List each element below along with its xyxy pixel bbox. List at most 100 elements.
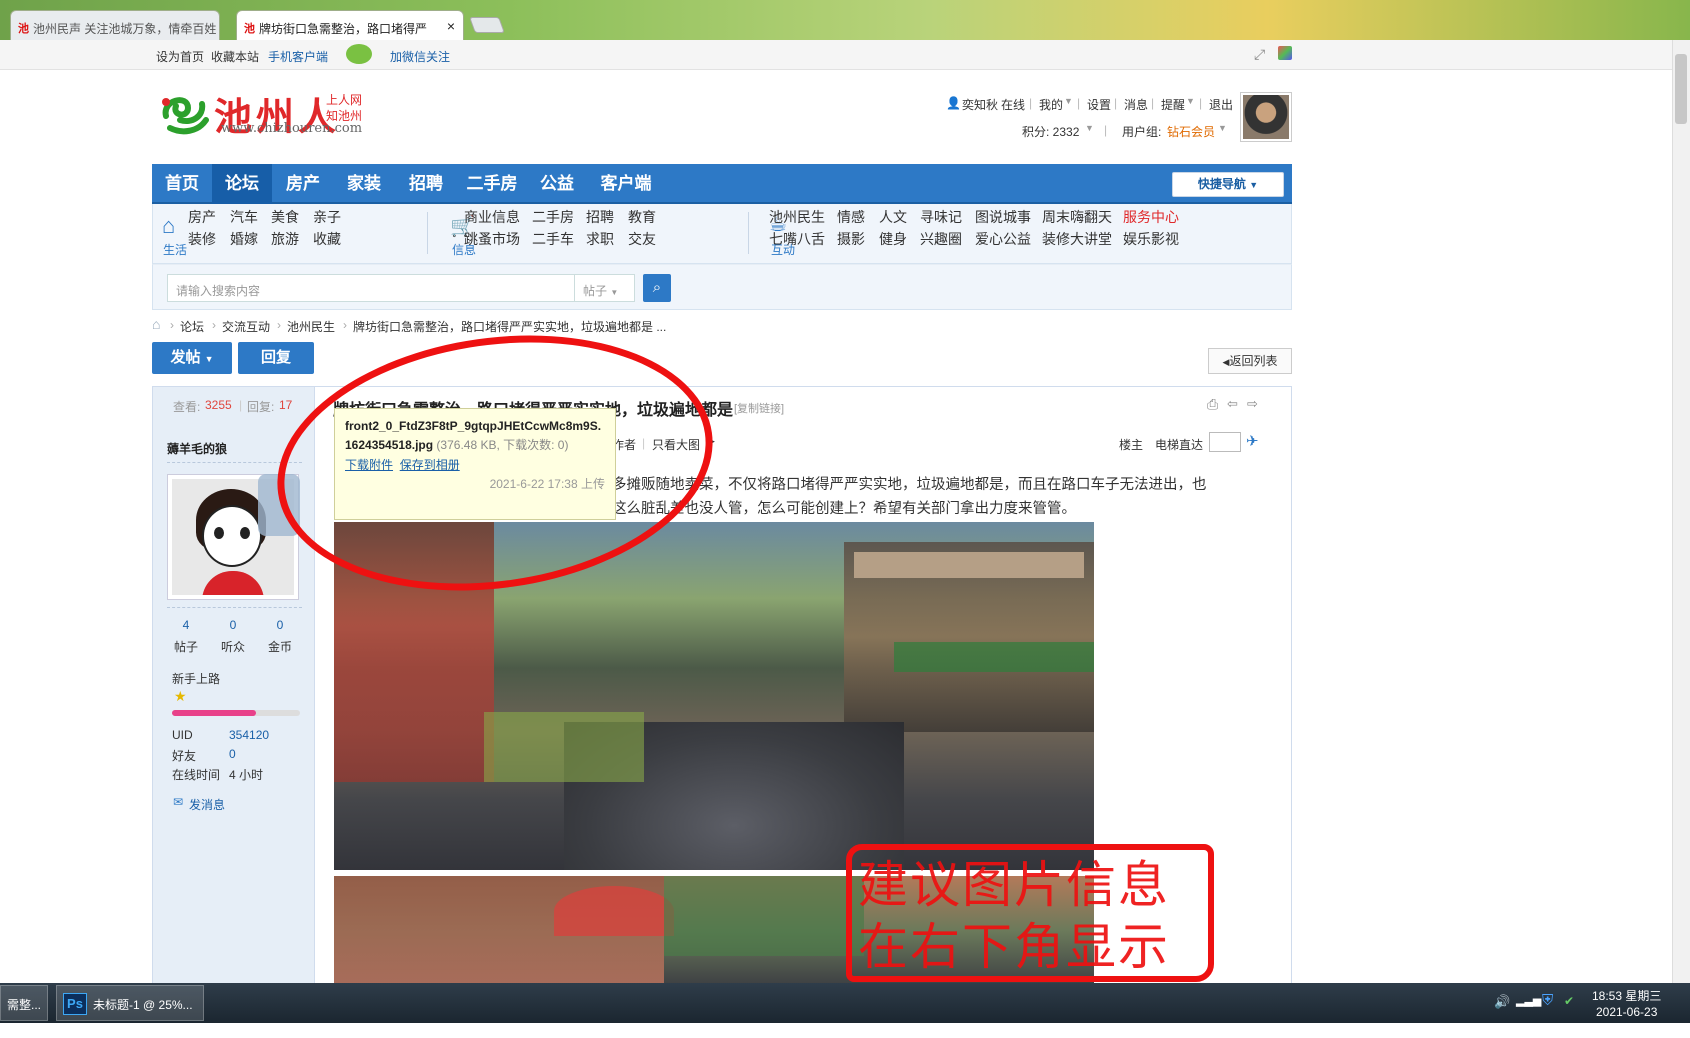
- rank-label[interactable]: 新手上路: [172, 670, 220, 687]
- subnav-interact_row2-3[interactable]: 兴趣圈: [920, 229, 962, 249]
- messages-link[interactable]: 消息: [1124, 96, 1148, 113]
- subnav-life_row2-1[interactable]: 婚嫁: [230, 229, 258, 249]
- search-button[interactable]: ⌕: [643, 274, 671, 302]
- vertical-scrollbar[interactable]: [1672, 40, 1690, 985]
- chevron-right-icon: ›: [170, 318, 174, 332]
- system-clock[interactable]: 18:53 星期三 2021-06-23: [1592, 988, 1661, 1020]
- scrollbar-thumb[interactable]: [1675, 54, 1687, 124]
- nav-item-2[interactable]: 房产: [272, 164, 334, 204]
- subnav-life_row2-3[interactable]: 收藏: [313, 229, 341, 249]
- subnav-interact_row2-0[interactable]: 七嘴八舌: [769, 229, 825, 249]
- subnav-life_row2-2[interactable]: 旅游: [271, 229, 299, 249]
- subnav-interact_row1-4[interactable]: 图说城事: [975, 207, 1031, 227]
- security-check-icon[interactable]: ✔: [1564, 994, 1574, 1008]
- copy-link[interactable]: [复制链接]: [734, 400, 784, 416]
- subnav-info_row2-3[interactable]: 交友: [628, 229, 656, 249]
- online-time-value: 4 小时: [229, 768, 264, 782]
- annotation-text: 建议图片信息 在右下角显示: [858, 854, 1208, 978]
- set-home-link[interactable]: 设为首页: [156, 48, 204, 65]
- subnav-life_row2-0[interactable]: 装修: [188, 229, 216, 249]
- subnav-life_row1-2[interactable]: 美食: [271, 207, 299, 227]
- user-group-value[interactable]: 钻石会员: [1167, 123, 1215, 140]
- subnav-interact_row1-1[interactable]: 情感: [837, 207, 865, 227]
- subnav-interact_row1-2[interactable]: 人文: [879, 207, 907, 227]
- subnav-info_row2-2[interactable]: 求职: [586, 229, 614, 249]
- user-group-label: 用户组:: [1122, 125, 1162, 139]
- settings-link[interactable]: 设置: [1087, 96, 1111, 113]
- wechat-follow-link[interactable]: 加微信关注: [390, 48, 450, 65]
- shield-icon[interactable]: ⛨: [1542, 992, 1553, 1009]
- logo-url: www.chizhouren.com: [221, 121, 363, 136]
- close-tab-icon[interactable]: ×: [447, 18, 455, 34]
- floor-jump-input[interactable]: [1209, 432, 1241, 452]
- fullscreen-icon[interactable]: ⤢: [1254, 46, 1265, 63]
- subnav-info_row1-0[interactable]: 商业信息: [464, 207, 520, 227]
- my-menu[interactable]: 我的: [1039, 96, 1063, 113]
- new-tab-button[interactable]: [469, 17, 505, 33]
- breadcrumb-item-2[interactable]: 池州民生: [287, 318, 335, 335]
- subnav-life_row1-3[interactable]: 亲子: [313, 207, 341, 227]
- posts-count[interactable]: 4: [168, 618, 204, 632]
- subnav-interact_row2-2[interactable]: 健身: [879, 229, 907, 249]
- user-avatar[interactable]: [1240, 92, 1292, 142]
- subnav-life_row1-1[interactable]: 汽车: [230, 207, 258, 227]
- search-type-select[interactable]: 帖子 ▼: [575, 274, 635, 302]
- nav-item-0[interactable]: 首页: [152, 164, 212, 204]
- subnav-interact_row2-1[interactable]: 摄影: [837, 229, 865, 249]
- subnav-interact_row2-6[interactable]: 娱乐影视: [1123, 229, 1179, 249]
- nav-item-5[interactable]: 二手房: [458, 164, 526, 204]
- logout-link[interactable]: 退出: [1209, 96, 1233, 113]
- subnav-interact_row1-3[interactable]: 寻味记: [920, 207, 962, 227]
- subnav-interact_row1-6[interactable]: 服务中心: [1123, 207, 1179, 227]
- subnav-info_row2-1[interactable]: 二手车: [532, 229, 574, 249]
- jump-icon[interactable]: ✈: [1246, 432, 1259, 450]
- nav-item-4[interactable]: 招聘: [394, 164, 458, 204]
- print-icon[interactable]: ⎙: [1207, 396, 1218, 413]
- clock-time: 18:53 星期三: [1592, 989, 1662, 1003]
- reminders-link[interactable]: 提醒: [1161, 96, 1185, 113]
- subnav-interact_row2-5[interactable]: 装修大讲堂: [1042, 229, 1112, 249]
- back-to-list-button[interactable]: ◀返回列表: [1208, 348, 1292, 374]
- subnav-interact_row2-4[interactable]: 爱心公益: [975, 229, 1031, 249]
- subnav-life_row1-0[interactable]: 房产: [188, 207, 216, 227]
- taskbar-item-photoshop[interactable]: Ps 未标题-1 @ 25%...: [56, 985, 204, 1021]
- nav-item-6[interactable]: 公益: [526, 164, 588, 204]
- nav-item-7[interactable]: 客户端: [588, 164, 664, 204]
- breadcrumb-item-3[interactable]: 牌坊街口急需整治，路口堵得严严实实地，垃圾遍地都是 ...: [353, 318, 666, 335]
- subnav-info_row1-2[interactable]: 招聘: [586, 207, 614, 227]
- bookmark-link[interactable]: 收藏本站: [211, 48, 259, 65]
- search-input[interactable]: 请输入搜索内容: [167, 274, 575, 302]
- taskbar-item-browser[interactable]: 需整...: [0, 985, 48, 1021]
- network-signal-icon[interactable]: ▂▃▅: [1516, 994, 1541, 1007]
- site-favicon-icon: 池: [244, 23, 255, 35]
- mobile-client-link[interactable]: 手机客户端: [268, 48, 328, 65]
- subnav-info_row1-3[interactable]: 教育: [628, 207, 656, 227]
- subnav-info_row2-0[interactable]: 跳蚤市场: [464, 229, 520, 249]
- volume-icon[interactable]: 🔊: [1494, 994, 1510, 1010]
- subnav-interact_row1-0[interactable]: 池州民生: [769, 207, 825, 227]
- send-message-link[interactable]: 发消息: [189, 796, 225, 813]
- color-theme-icon[interactable]: [1278, 46, 1292, 60]
- points-label[interactable]: 积分: 2332: [1022, 123, 1079, 140]
- home-icon[interactable]: ⌂: [152, 316, 160, 332]
- nav-item-3[interactable]: 家装: [334, 164, 394, 204]
- reply-button[interactable]: 回复: [238, 342, 314, 374]
- online-status[interactable]: 在线: [1001, 96, 1025, 113]
- new-post-button[interactable]: 发帖 ▼: [152, 342, 232, 374]
- next-thread-icon[interactable]: ⇨: [1247, 396, 1258, 412]
- subnav-interact_row1-5[interactable]: 周末嗨翻天: [1042, 207, 1112, 227]
- browser-tab-1[interactable]: 池 池州民声 关注池城万象，情牵百姓: [10, 10, 220, 40]
- nav-item-1[interactable]: 论坛: [212, 164, 272, 204]
- photoshop-icon: Ps: [63, 993, 87, 1015]
- chevron-down-icon: ▼: [1218, 123, 1227, 133]
- author-name[interactable]: 薅羊毛的狼: [167, 440, 227, 457]
- browser-tab-2[interactable]: 池 牌坊街口急需整治，路口堵得严 ×: [236, 10, 464, 40]
- quick-nav-button[interactable]: 快捷导航 ▼: [1172, 172, 1284, 197]
- breadcrumb-item-1[interactable]: 交流互动: [222, 318, 270, 335]
- coins-count[interactable]: 0: [262, 618, 298, 632]
- subnav-info_row1-1[interactable]: 二手房: [532, 207, 574, 227]
- username-link[interactable]: 奕知秋: [962, 96, 998, 113]
- breadcrumb-item-0[interactable]: 论坛: [180, 318, 204, 335]
- prev-thread-icon[interactable]: ⇦: [1227, 396, 1238, 412]
- listeners-count[interactable]: 0: [215, 618, 251, 632]
